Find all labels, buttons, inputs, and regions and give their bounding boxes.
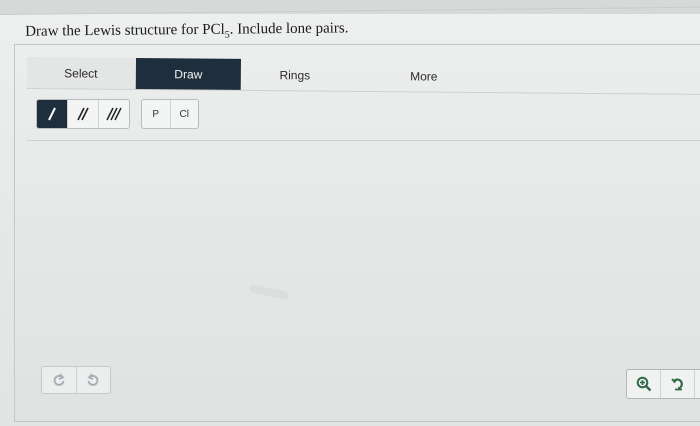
bond-tool-group [36, 99, 130, 129]
atom-tool-group: P Cl [141, 99, 199, 129]
double-bond-button[interactable] [68, 100, 99, 128]
draw-toolbar: P Cl [27, 99, 700, 141]
tab-more[interactable]: More [349, 60, 499, 92]
drawing-canvas[interactable] [27, 142, 700, 423]
reset-view-button[interactable] [661, 370, 695, 398]
tab-select[interactable]: Select [26, 57, 135, 89]
double-bond-icon [77, 107, 89, 121]
atom-button-p[interactable]: P [142, 100, 171, 128]
single-bond-button[interactable] [37, 100, 68, 128]
triple-bond-button[interactable] [99, 100, 129, 128]
page: Draw the Lewis structure for PCl5. Inclu… [0, 0, 700, 426]
molecule-editor: Select Draw Rings More P Cl [14, 44, 700, 422]
triple-bond-icon [106, 107, 122, 121]
editor-tabs: Select Draw Rings More [26, 57, 700, 95]
atom-button-cl[interactable]: Cl [171, 100, 199, 128]
redo-button[interactable] [77, 367, 111, 393]
question-text: Draw the Lewis structure for PCl [25, 21, 225, 40]
single-bond-icon [48, 107, 56, 121]
question-suffix: . Include lone pairs. [229, 20, 349, 38]
tab-rings[interactable]: Rings [241, 59, 349, 91]
reset-icon [670, 378, 683, 391]
undo-icon [53, 373, 65, 386]
canvas-smudge [248, 283, 290, 301]
redo-icon [87, 373, 99, 386]
zoom-controls [626, 369, 700, 399]
zoom-in-icon [636, 376, 651, 392]
undo-button[interactable] [42, 367, 77, 393]
zoom-in-button[interactable] [627, 370, 661, 398]
undo-redo-group [41, 366, 111, 394]
question-prompt: Draw the Lewis structure for PCl5. Inclu… [0, 6, 700, 44]
tab-draw[interactable]: Draw [135, 57, 241, 90]
